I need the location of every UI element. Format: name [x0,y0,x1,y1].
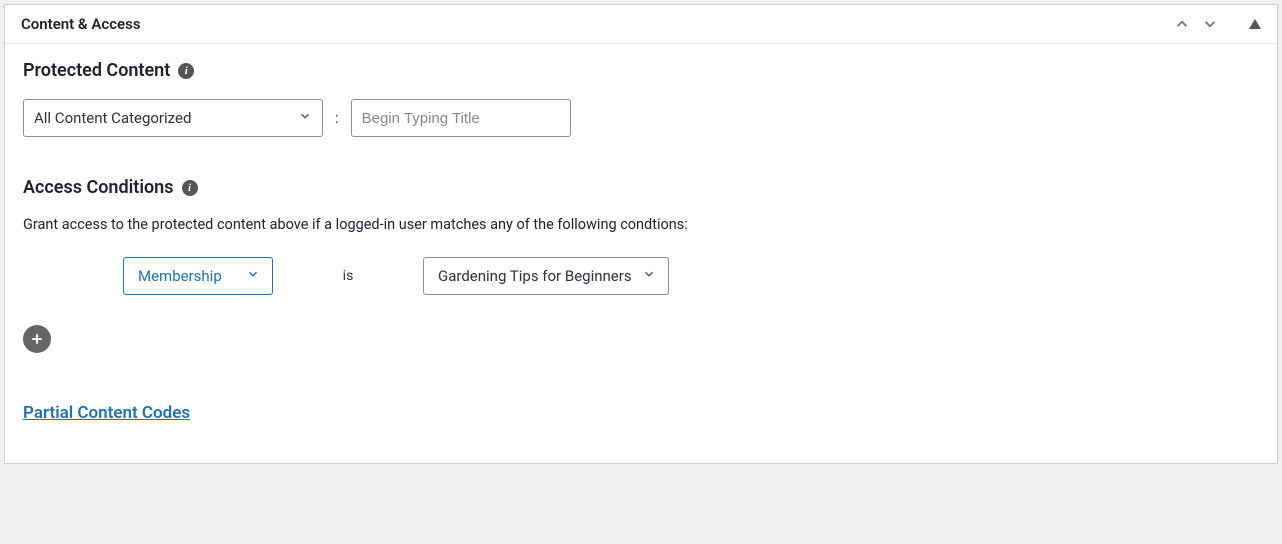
content-access-panel: Content & Access Protected Content i All… [4,4,1278,464]
condition-type-select[interactable]: Membership [123,257,273,295]
info-icon[interactable]: i [182,180,198,196]
collapse-toggle-icon[interactable] [1249,19,1261,29]
panel-body: Protected Content i All Content Categori… [5,44,1277,463]
title-search-input[interactable] [351,99,571,137]
panel-header: Content & Access [5,5,1277,44]
chevron-down-icon [642,267,656,285]
condition-type-value: Membership [138,267,222,285]
category-select-value: All Content Categorized [34,109,191,127]
access-description: Grant access to the protected content ab… [23,216,1259,233]
panel-controls [1173,15,1261,33]
category-select[interactable]: All Content Categorized [23,99,323,137]
access-conditions-title: Access Conditions [23,177,174,198]
chevron-down-icon [298,109,312,127]
protected-content-row: All Content Categorized : [23,99,1259,137]
protected-content-heading: Protected Content i [23,60,1259,81]
partial-content-codes-link[interactable]: Partial Content Codes [23,403,190,423]
access-conditions-heading: Access Conditions i [23,177,1259,198]
protected-content-title: Protected Content [23,60,170,81]
move-down-icon[interactable] [1201,15,1219,33]
condition-value: Gardening Tips for Beginners [438,267,632,285]
condition-operator: is [273,268,423,284]
info-icon[interactable]: i [178,63,194,79]
panel-title: Content & Access [21,15,141,33]
chevron-down-icon [246,267,260,285]
add-condition-button[interactable] [23,325,51,353]
condition-row: Membership is Gardening Tips for Beginne… [23,257,1259,295]
separator: : [333,109,341,127]
move-up-icon[interactable] [1173,15,1191,33]
condition-value-select[interactable]: Gardening Tips for Beginners [423,257,669,295]
